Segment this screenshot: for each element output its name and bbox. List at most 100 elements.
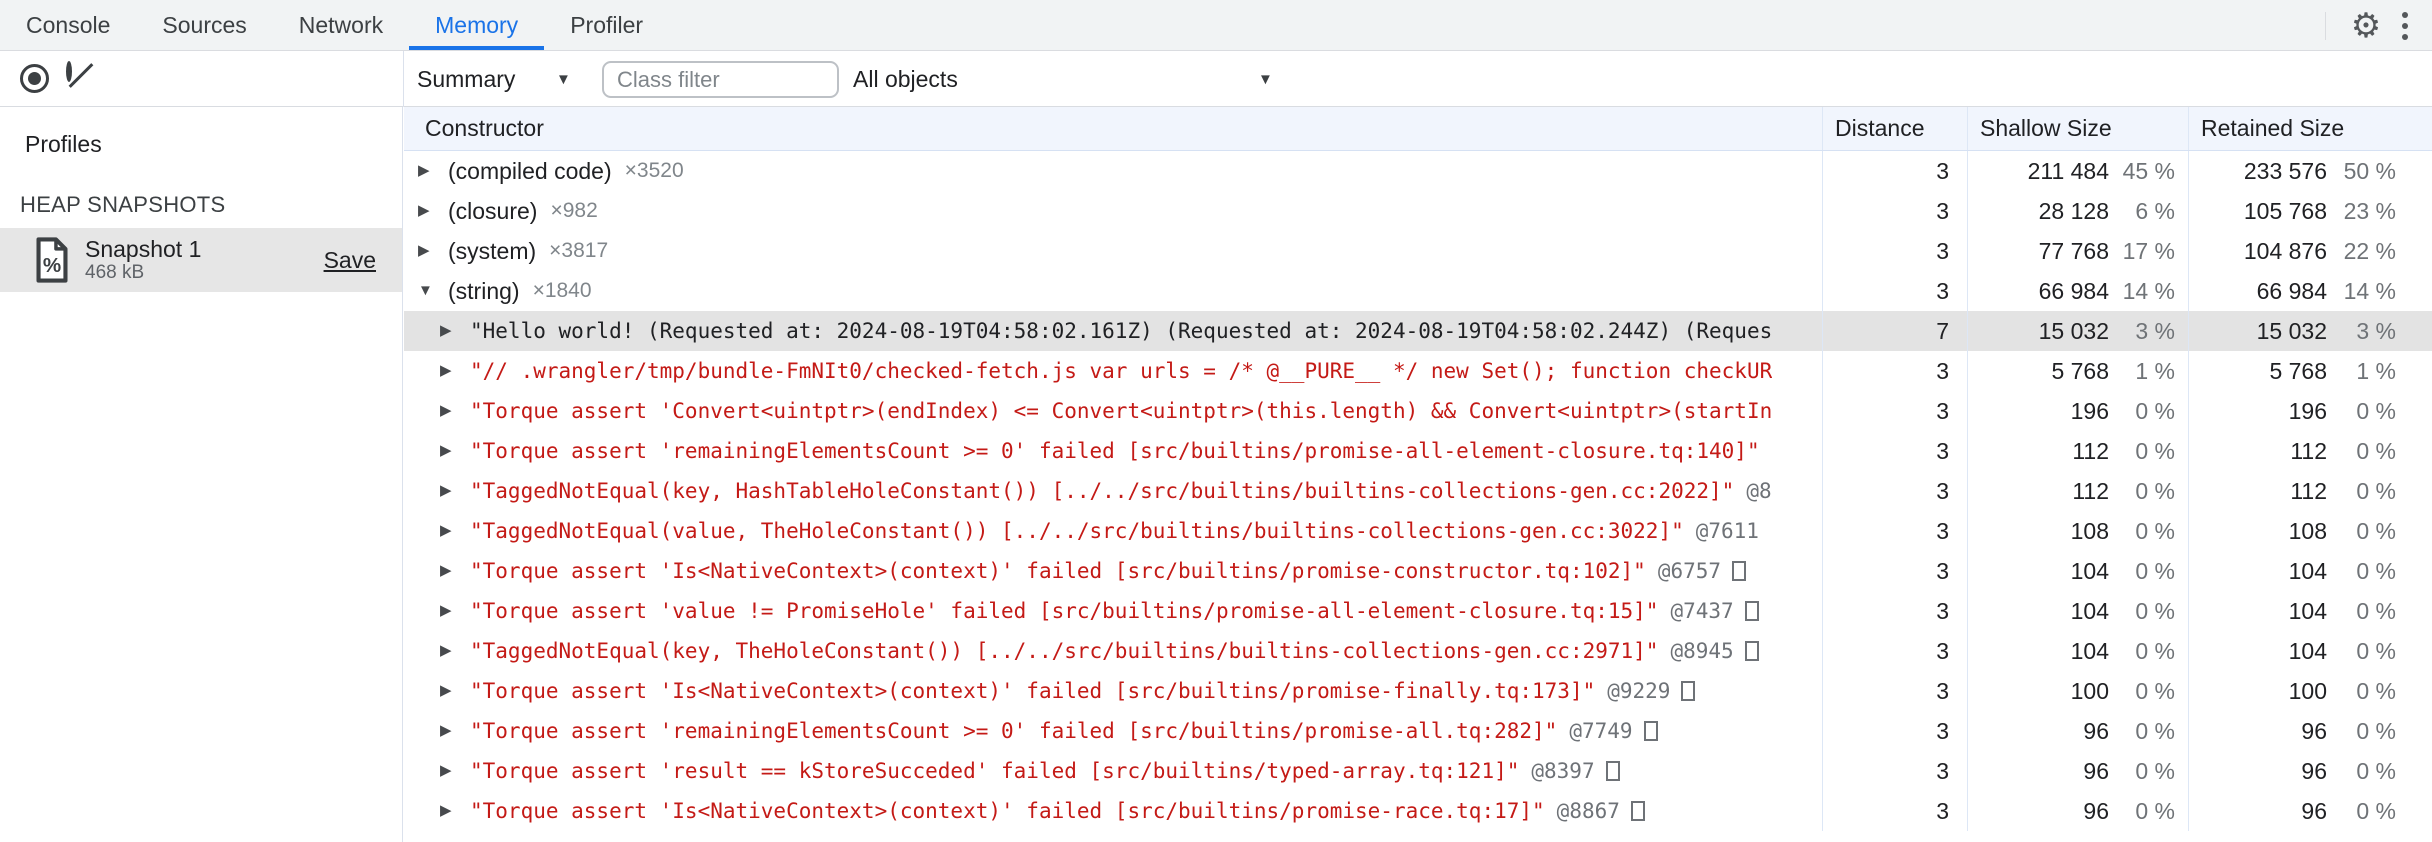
distance-cell: 3 bbox=[1822, 631, 1967, 671]
shallow-size-value: 196 bbox=[2070, 398, 2109, 424]
column-header-shallow-size[interactable]: Shallow Size bbox=[1967, 107, 2188, 150]
table-row[interactable]: "TaggedNotEqual(key, TheHoleConstant()) … bbox=[404, 631, 2432, 671]
record-heap-snapshot-button[interactable] bbox=[20, 64, 49, 93]
shallow-size-value: 96 bbox=[2083, 798, 2109, 824]
disclosure-triangle-icon[interactable] bbox=[440, 631, 470, 671]
shallow-size-value: 96 bbox=[2083, 718, 2109, 744]
settings-button[interactable]: ⚙ bbox=[2340, 4, 2392, 48]
heap-snapshot-grid: Constructor Distance Shallow Size Retain… bbox=[404, 107, 2432, 842]
column-header-distance[interactable]: Distance bbox=[1822, 107, 1967, 150]
distance-cell: 3 bbox=[1822, 471, 1967, 511]
column-header-constructor[interactable]: Constructor bbox=[404, 107, 1822, 150]
table-row[interactable]: (compiled code) ×3520 3 211 484 45 % 233… bbox=[404, 151, 2432, 191]
tab-console[interactable]: Console bbox=[0, 0, 136, 50]
more-options-button[interactable] bbox=[2392, 4, 2432, 48]
disclosure-triangle-icon[interactable] bbox=[440, 671, 470, 711]
tab-profiler[interactable]: Profiler bbox=[544, 0, 669, 50]
devtools-tabbar: Console Sources Network Memory Profiler ⚙ bbox=[0, 0, 2432, 51]
svg-text:%: % bbox=[43, 254, 61, 277]
missing-glyph-box bbox=[1681, 681, 1696, 701]
table-row[interactable]: "Torque assert 'result == kStoreSucceded… bbox=[404, 751, 2432, 791]
constructor-cell: "Torque assert 'remainingElementsCount >… bbox=[404, 431, 1822, 471]
memory-toolbar: Summary ▼ All objects ▼ bbox=[0, 51, 2432, 107]
retained-size-value: 233 576 bbox=[2243, 158, 2327, 184]
retained-size-percent: 0 % bbox=[2356, 398, 2396, 424]
disclosure-triangle-icon[interactable] bbox=[418, 271, 448, 311]
object-id: @7749 bbox=[1569, 719, 1633, 743]
retained-size-percent: 0 % bbox=[2356, 478, 2396, 504]
shallow-size-cell: 15 032 3 % bbox=[1967, 311, 2188, 351]
retained-size-percent: 3 % bbox=[2356, 318, 2396, 344]
disclosure-triangle-icon[interactable] bbox=[440, 751, 470, 791]
disclosure-triangle-icon[interactable] bbox=[440, 311, 470, 351]
constructor-cell: (system) ×3817 bbox=[404, 231, 1822, 271]
retained-size-percent: 14 % bbox=[2343, 278, 2396, 304]
table-row[interactable]: "// .wrangler/tmp/bundle-FmNIt0/checked-… bbox=[404, 351, 2432, 391]
shallow-size-value: 104 bbox=[2070, 558, 2109, 584]
tab-sources[interactable]: Sources bbox=[136, 0, 272, 50]
distance-cell: 3 bbox=[1822, 351, 1967, 391]
table-row[interactable]: "Torque assert 'Is<NativeContext>(contex… bbox=[404, 791, 2432, 831]
table-row[interactable]: (system) ×3817 3 77 768 17 % 104 876 22 … bbox=[404, 231, 2432, 271]
retained-size-cell: 108 0 % bbox=[2188, 511, 2432, 551]
block-icon bbox=[66, 61, 72, 82]
retained-size-value: 112 bbox=[2290, 478, 2327, 504]
shallow-size-percent: 0 % bbox=[2135, 678, 2175, 704]
table-row[interactable]: "TaggedNotEqual(value, TheHoleConstant()… bbox=[404, 511, 2432, 551]
shallow-size-value: 77 768 bbox=[2038, 238, 2109, 264]
disclosure-triangle-icon[interactable] bbox=[418, 231, 448, 271]
save-snapshot-link[interactable]: Save bbox=[324, 247, 376, 274]
object-scope-value: All objects bbox=[853, 66, 958, 92]
tab-list: Console Sources Network Memory Profiler bbox=[0, 0, 669, 50]
constructor-text: "Torque assert 'value != PromiseHole' fa… bbox=[470, 599, 1659, 623]
snapshot-list-item[interactable]: % Snapshot 1 468 kB Save bbox=[0, 228, 402, 292]
missing-glyph-box bbox=[1732, 561, 1747, 581]
disclosure-triangle-icon[interactable] bbox=[440, 391, 470, 431]
table-row[interactable]: "Hello world! (Requested at: 2024-08-19T… bbox=[404, 311, 2432, 351]
disclosure-triangle-icon[interactable] bbox=[418, 151, 448, 191]
shallow-size-percent: 0 % bbox=[2135, 478, 2175, 504]
snapshot-file-icon: % bbox=[36, 237, 68, 283]
retained-size-value: 104 bbox=[2288, 598, 2327, 624]
disclosure-triangle-icon[interactable] bbox=[440, 791, 470, 831]
constructor-text: (closure) bbox=[448, 198, 538, 224]
shallow-size-percent: 0 % bbox=[2135, 758, 2175, 784]
shallow-size-cell: 100 0 % bbox=[1967, 671, 2188, 711]
disclosure-triangle-icon[interactable] bbox=[440, 551, 470, 591]
table-row[interactable]: "TaggedNotEqual(key, HashTableHoleConsta… bbox=[404, 471, 2432, 511]
table-row[interactable]: "Torque assert 'value != PromiseHole' fa… bbox=[404, 591, 2432, 631]
constructor-text: "Torque assert 'Is<NativeContext>(contex… bbox=[470, 679, 1596, 703]
table-row[interactable]: "Torque assert 'remainingElementsCount >… bbox=[404, 431, 2432, 471]
table-row[interactable]: "Torque assert 'Is<NativeContext>(contex… bbox=[404, 551, 2432, 591]
tab-network[interactable]: Network bbox=[273, 0, 409, 50]
table-row[interactable]: "Torque assert 'Convert<uintptr>(endInde… bbox=[404, 391, 2432, 431]
disclosure-triangle-icon[interactable] bbox=[440, 591, 470, 631]
shallow-size-value: 5 768 bbox=[2051, 358, 2109, 384]
constructor-cell: "Torque assert 'Is<NativeContext>(contex… bbox=[404, 551, 1822, 591]
class-filter-input[interactable] bbox=[602, 61, 839, 98]
constructor-cell: (closure) ×982 bbox=[404, 191, 1822, 231]
table-row[interactable]: (closure) ×982 3 28 128 6 % 105 768 23 % bbox=[404, 191, 2432, 231]
shallow-size-percent: 0 % bbox=[2135, 398, 2175, 424]
shallow-size-cell: 104 0 % bbox=[1967, 551, 2188, 591]
disclosure-triangle-icon[interactable] bbox=[440, 711, 470, 751]
retained-size-cell: 196 0 % bbox=[2188, 391, 2432, 431]
table-row[interactable]: "Torque assert 'Is<NativeContext>(contex… bbox=[404, 671, 2432, 711]
retained-size-value: 66 984 bbox=[2256, 278, 2327, 304]
sidebar-title: Profiles bbox=[25, 131, 102, 157]
table-row[interactable]: "Torque assert 'remainingElementsCount >… bbox=[404, 711, 2432, 751]
disclosure-triangle-icon[interactable] bbox=[440, 471, 470, 511]
tab-memory[interactable]: Memory bbox=[409, 0, 545, 50]
disclosure-triangle-icon[interactable] bbox=[440, 511, 470, 551]
shallow-size-cell: 104 0 % bbox=[1967, 591, 2188, 631]
snapshot-size: 468 kB bbox=[85, 262, 145, 283]
retained-size-cell: 104 0 % bbox=[2188, 591, 2432, 631]
disclosure-triangle-icon[interactable] bbox=[440, 351, 470, 391]
table-row[interactable]: (string) ×1840 3 66 984 14 % 66 984 14 % bbox=[404, 271, 2432, 311]
missing-glyph-box bbox=[1630, 801, 1645, 821]
disclosure-triangle-icon[interactable] bbox=[418, 191, 448, 231]
disclosure-triangle-icon[interactable] bbox=[440, 431, 470, 471]
clear-profiles-button[interactable] bbox=[66, 61, 72, 82]
chevron-down-icon: ▼ bbox=[1258, 71, 1273, 88]
column-header-retained-size[interactable]: Retained Size bbox=[2188, 107, 2432, 150]
